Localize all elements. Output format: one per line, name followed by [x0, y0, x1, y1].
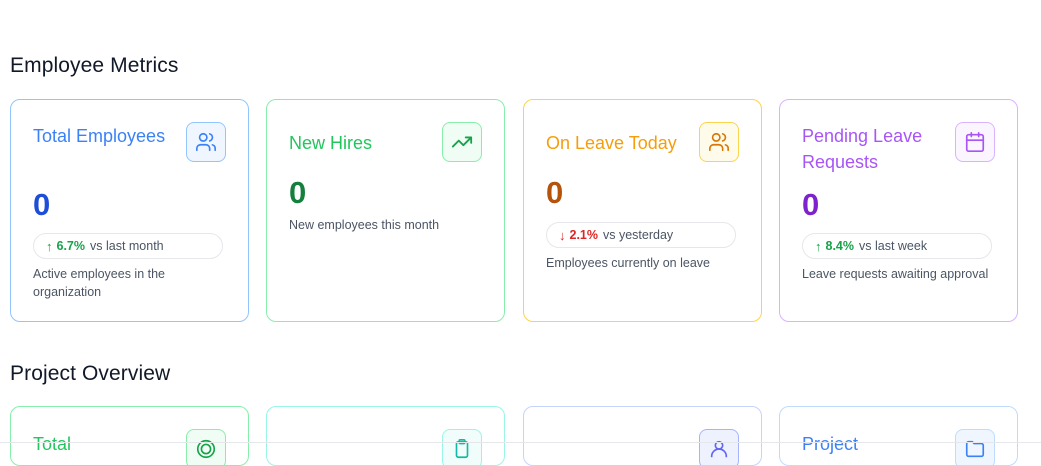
trend-percent: 8.4%	[825, 239, 855, 253]
clipboard-icon	[442, 429, 482, 465]
project-card-3[interactable]	[523, 406, 762, 466]
trend-label: vs last month	[90, 239, 164, 253]
folder-icon	[955, 429, 995, 465]
trending-up-icon	[442, 122, 482, 162]
project-card-2[interactable]	[266, 406, 505, 466]
project-overview-heading: Project Overview	[10, 362, 171, 385]
employee-metrics-heading: Employee Metrics	[10, 54, 179, 77]
viewport-divider	[0, 442, 1041, 443]
trend-badge: ↑ 8.4% vs last week	[802, 233, 992, 259]
total-employees-card[interactable]: Total Employees 0 ↑ 6.7% vs last month A…	[10, 99, 249, 322]
pending-leave-requests-card[interactable]: Pending Leave Requests 0 ↑ 8.4% vs last …	[779, 99, 1018, 322]
card-value: 0	[546, 175, 564, 210]
arrow-up-icon: ↑	[815, 238, 822, 254]
card-title: Project	[802, 434, 859, 454]
card-title: Total Employees	[33, 126, 166, 146]
card-description: New employees this month	[289, 218, 440, 232]
user-icon	[699, 429, 739, 465]
project-total-card[interactable]: Total	[10, 406, 249, 466]
project-card-4[interactable]: Project	[779, 406, 1018, 466]
users-icon	[186, 122, 226, 162]
calendar-icon	[955, 122, 995, 162]
arrow-up-icon: ↑	[46, 238, 53, 254]
card-value: 0	[802, 187, 820, 222]
trend-badge: ↓ 2.1% vs yesterday	[546, 222, 736, 248]
card-value: 0	[33, 187, 51, 222]
trend-label: vs last week	[859, 239, 928, 253]
trend-percent: 6.7%	[56, 239, 86, 253]
card-description: Active employees in the organization	[33, 267, 166, 299]
card-title: On Leave Today	[546, 133, 677, 153]
card-description: Employees currently on leave	[546, 256, 710, 270]
on-leave-today-card[interactable]: On Leave Today 0 ↓ 2.1% vs yesterday Emp…	[523, 99, 762, 322]
trend-label: vs yesterday	[603, 228, 674, 242]
card-title: New Hires	[289, 133, 373, 153]
arrow-down-icon: ↓	[559, 227, 566, 243]
new-hires-card[interactable]: New Hires 0 New employees this month	[266, 99, 505, 322]
trend-percent: 2.1%	[569, 228, 599, 242]
users-icon	[699, 122, 739, 162]
card-title: Total	[33, 434, 72, 454]
card-value: 0	[289, 175, 307, 210]
card-description: Leave requests awaiting approval	[802, 267, 989, 281]
target-icon	[186, 429, 226, 465]
card-title: Pending Leave Requests	[802, 126, 923, 172]
trend-badge: ↑ 6.7% vs last month	[33, 233, 223, 259]
